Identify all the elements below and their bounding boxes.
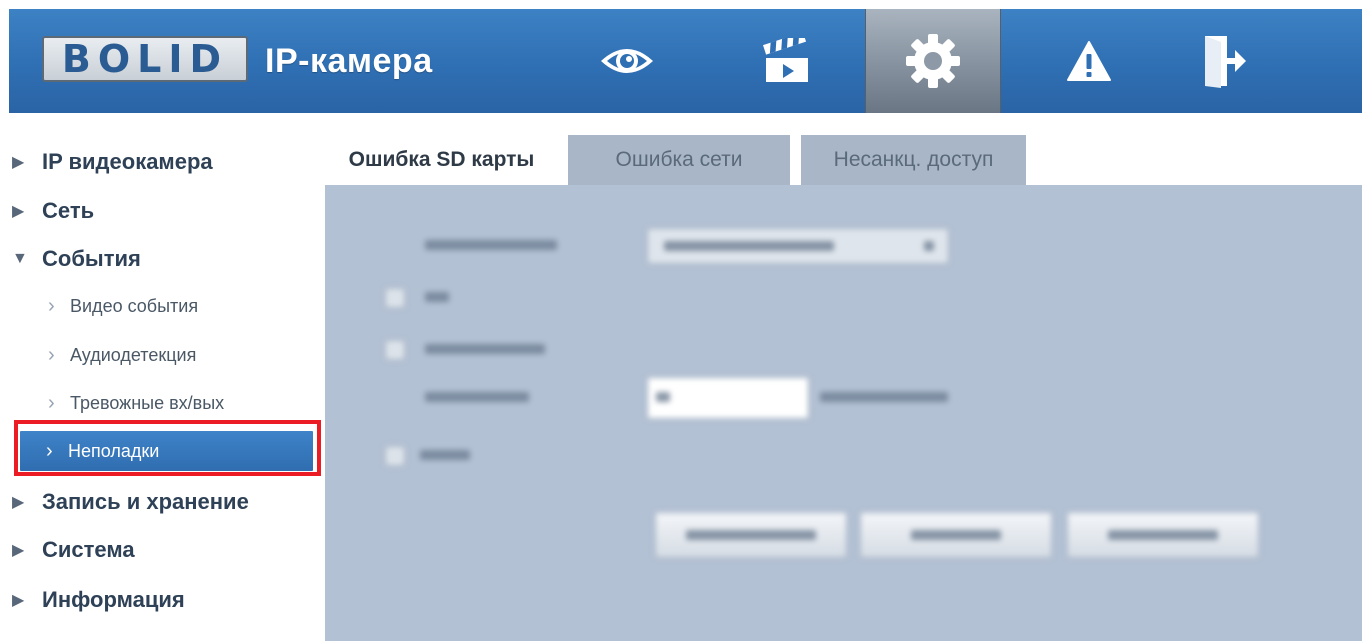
warning-triangle-icon bbox=[1066, 40, 1112, 82]
clapperboard-icon bbox=[762, 38, 812, 84]
triangle-right-icon: ▶ bbox=[12, 542, 25, 559]
sidebar-item-information[interactable]: ▶ Информация bbox=[12, 584, 317, 616]
send-email-checkbox[interactable] bbox=[385, 446, 405, 466]
triangle-right-icon: ▶ bbox=[12, 592, 25, 609]
triangle-right-icon: ▶ bbox=[12, 203, 25, 220]
eye-icon bbox=[598, 41, 656, 81]
tab-bar: Ошибка SD карты Ошибка сети Несанкц. дос… bbox=[325, 135, 1362, 185]
sidebar-item-network[interactable]: ▶ Сеть bbox=[12, 195, 317, 227]
default-button[interactable] bbox=[655, 512, 847, 558]
relay-out-checkbox[interactable] bbox=[385, 340, 405, 360]
sidebar-item-system[interactable]: ▶ Система bbox=[12, 534, 317, 566]
sidebar-item-label: Аудиодетекция bbox=[70, 344, 197, 365]
sidebar-item-label: Запись и хранение bbox=[42, 489, 249, 514]
sidebar-item-ip-camera[interactable]: ▶ IP видеокамера bbox=[12, 146, 317, 178]
sidebar-item-events[interactable]: ▼ События bbox=[12, 243, 317, 275]
sidebar-item-label: События bbox=[42, 246, 141, 271]
sidebar-menu: ▶ IP видеокамера ▶ Сеть ▼ События › Виде… bbox=[0, 113, 325, 641]
chevron-right-icon: › bbox=[48, 343, 55, 366]
sidebar-item-label: Сеть bbox=[42, 198, 95, 223]
nav-logout[interactable] bbox=[1179, 9, 1269, 113]
triangle-right-icon: ▶ bbox=[12, 494, 25, 511]
enable-label bbox=[425, 292, 449, 302]
sidebar-item-alarm-io[interactable]: › Тревожные вх/вых bbox=[48, 387, 308, 419]
chevron-right-icon: › bbox=[48, 294, 55, 317]
delay-range-hint bbox=[820, 392, 948, 402]
sidebar-item-label: Тревожные вх/вых bbox=[70, 392, 225, 413]
nav-alarm[interactable] bbox=[1049, 9, 1129, 113]
send-email-label bbox=[420, 450, 470, 460]
triangle-down-icon: ▼ bbox=[12, 250, 28, 267]
delay-input[interactable] bbox=[647, 377, 809, 419]
tab-network-error[interactable]: Ошибка сети bbox=[568, 135, 790, 185]
relay-out-label bbox=[425, 344, 545, 354]
triangle-right-icon: ▶ bbox=[12, 154, 25, 171]
sidebar-item-label: IP видеокамера bbox=[42, 149, 213, 174]
event-type-label bbox=[425, 240, 557, 250]
enable-checkbox[interactable] bbox=[385, 288, 405, 308]
logo-text: BOLID bbox=[61, 37, 229, 81]
sidebar-item-recording-storage[interactable]: ▶ Запись и хранение bbox=[12, 486, 317, 518]
gear-icon bbox=[904, 32, 962, 90]
logout-door-icon bbox=[1201, 34, 1247, 88]
save-button[interactable] bbox=[1067, 512, 1259, 558]
nav-live-view[interactable] bbox=[581, 9, 673, 113]
sidebar-item-video-events[interactable]: › Видео события bbox=[48, 290, 308, 322]
chevron-right-icon: › bbox=[48, 391, 55, 414]
chevron-right-icon: › bbox=[46, 439, 53, 462]
delay-label bbox=[425, 392, 529, 402]
sidebar-item-label: Неполадки bbox=[68, 440, 160, 461]
sidebar-item-faults[interactable]: › Неполадки bbox=[20, 431, 313, 471]
nav-playback[interactable] bbox=[741, 9, 833, 113]
top-header: BOLID IP-камера bbox=[9, 9, 1362, 113]
refresh-button[interactable] bbox=[860, 512, 1052, 558]
sidebar-item-label: Видео события bbox=[70, 295, 199, 316]
nav-settings[interactable] bbox=[865, 9, 1001, 113]
settings-panel bbox=[325, 185, 1362, 641]
bolid-logo: BOLID bbox=[42, 36, 248, 82]
sidebar-item-audio-detection[interactable]: › Аудиодетекция bbox=[48, 339, 308, 371]
event-type-select[interactable] bbox=[647, 228, 949, 264]
tab-sd-card-error[interactable]: Ошибка SD карты bbox=[325, 135, 558, 185]
sidebar-item-label: Система bbox=[42, 537, 135, 562]
sidebar-item-label: Информация bbox=[42, 587, 185, 612]
app-title: IP-камера bbox=[265, 42, 433, 80]
tab-unauthorized-access[interactable]: Несанкц. доступ bbox=[801, 135, 1026, 185]
